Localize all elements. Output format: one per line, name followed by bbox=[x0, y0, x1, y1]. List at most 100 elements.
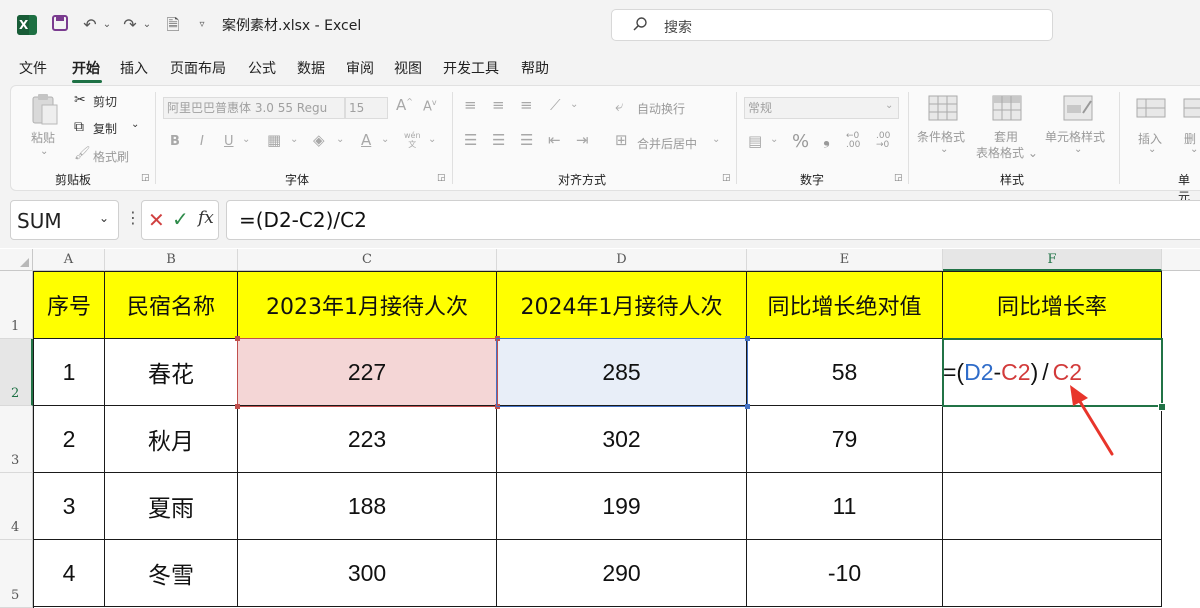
paste-button[interactable]: 粘贴 bbox=[31, 129, 55, 146]
column-header-c[interactable]: C bbox=[238, 249, 497, 271]
menu-view[interactable]: 视图 bbox=[394, 58, 422, 78]
row-header-2[interactable]: 2 bbox=[0, 339, 33, 406]
clipboard-launcher-icon[interactable]: ◲ bbox=[141, 173, 150, 183]
orientation-icon[interactable]: ⟋ bbox=[550, 96, 561, 114]
phonetic-dropdown-icon[interactable]: ⌄ bbox=[428, 134, 436, 145]
reference-handle[interactable] bbox=[235, 404, 240, 409]
decrease-decimal-icon[interactable]: .00 →0 bbox=[876, 132, 890, 150]
menu-formulas[interactable]: 公式 bbox=[248, 58, 276, 78]
table-cell[interactable]: 58 bbox=[747, 339, 943, 406]
table-cell[interactable]: 300 bbox=[238, 540, 497, 607]
conditional-format-button[interactable]: 条件格式 bbox=[917, 128, 965, 145]
copy-button[interactable]: 复制 bbox=[93, 120, 117, 137]
column-header-b[interactable]: B bbox=[105, 249, 238, 271]
header-cell[interactable]: 同比增长率 bbox=[943, 272, 1162, 339]
align-middle-icon[interactable]: ≡ bbox=[492, 96, 505, 114]
save-icon[interactable] bbox=[50, 14, 70, 36]
table-cell[interactable]: 188 bbox=[238, 473, 497, 540]
table-cell[interactable]: 春花 bbox=[105, 339, 238, 406]
fill-handle[interactable] bbox=[1158, 403, 1166, 411]
table-cell[interactable] bbox=[943, 406, 1162, 473]
format-as-table-line2[interactable]: 表格格式 ⌄ bbox=[976, 144, 1038, 161]
borders-dropdown-icon[interactable]: ⌄ bbox=[290, 134, 298, 145]
header-cell[interactable]: 同比增长绝对值 bbox=[747, 272, 943, 339]
menu-data[interactable]: 数据 bbox=[297, 58, 325, 78]
increase-decimal-icon[interactable]: ←0.00 bbox=[846, 132, 860, 150]
table-cell[interactable] bbox=[943, 540, 1162, 607]
table-cell[interactable]: 冬雪 bbox=[105, 540, 238, 607]
redo-dropdown-icon[interactable]: ⌄ bbox=[142, 14, 152, 36]
table-cell[interactable]: 11 bbox=[747, 473, 943, 540]
reference-handle[interactable] bbox=[745, 404, 750, 409]
align-right-icon[interactable]: ☰ bbox=[520, 131, 533, 149]
fill-color-icon[interactable]: ◈ bbox=[313, 131, 325, 149]
header-cell[interactable]: 2024年1月接待人次 bbox=[497, 272, 747, 339]
table-cell[interactable]: 3 bbox=[34, 473, 105, 540]
header-cell[interactable]: 民宿名称 bbox=[105, 272, 238, 339]
align-top-icon[interactable]: ≡ bbox=[464, 96, 477, 114]
column-header-g[interactable] bbox=[1162, 249, 1200, 271]
header-cell[interactable]: 序号 bbox=[34, 272, 105, 339]
merge-center-button[interactable]: 合并后居中 bbox=[637, 135, 697, 152]
underline-button[interactable]: U bbox=[224, 134, 234, 149]
table-cell[interactable]: -10 bbox=[747, 540, 943, 607]
align-bottom-icon[interactable]: ≡ bbox=[520, 96, 533, 114]
table-cell[interactable]: 199 bbox=[497, 473, 747, 540]
increase-indent-icon[interactable]: ⇥ bbox=[576, 131, 589, 149]
orientation-dropdown-icon[interactable]: ⌄ bbox=[570, 99, 578, 110]
select-all-corner[interactable] bbox=[0, 249, 33, 271]
row-header-5[interactable]: 5 bbox=[0, 540, 33, 608]
paste-icon[interactable] bbox=[30, 92, 60, 126]
table-cell[interactable]: 夏雨 bbox=[105, 473, 238, 540]
table-cell[interactable]: 2 bbox=[34, 406, 105, 473]
table-cell[interactable]: 223 bbox=[238, 406, 497, 473]
copy-dropdown-icon[interactable]: ⌄ bbox=[131, 119, 139, 130]
alignment-launcher-icon[interactable]: ◲ bbox=[722, 173, 731, 183]
search-box[interactable]: 搜索 bbox=[611, 9, 1053, 41]
header-cell[interactable]: 2023年1月接待人次 bbox=[238, 272, 497, 339]
menu-help[interactable]: 帮助 bbox=[521, 58, 549, 78]
reference-handle[interactable] bbox=[235, 336, 240, 341]
wrap-text-button[interactable]: 自动换行 bbox=[637, 100, 685, 117]
font-name-select[interactable]: 阿里巴巴普惠体 3.0 55 Regu bbox=[163, 97, 345, 119]
table-cell[interactable]: 79 bbox=[747, 406, 943, 473]
menu-home[interactable]: 开始 bbox=[72, 58, 100, 78]
decrease-font-icon[interactable]: Av bbox=[423, 98, 437, 114]
chevron-down-icon[interactable]: ⌄ bbox=[99, 211, 109, 225]
insert-function-button[interactable]: fx bbox=[198, 208, 214, 228]
formula-input[interactable]: =(D2-C2)/C2 bbox=[226, 200, 1200, 240]
menu-review[interactable]: 审阅 bbox=[346, 58, 374, 78]
table-cell[interactable]: 290 bbox=[497, 540, 747, 607]
paste-dropdown-icon[interactable]: ⌄ bbox=[40, 146, 48, 157]
menu-developer[interactable]: 开发工具 bbox=[443, 58, 499, 78]
format-as-table-line1[interactable]: 套用 bbox=[994, 128, 1018, 145]
number-format-dropdown-icon[interactable]: ⌄ bbox=[885, 100, 893, 111]
number-launcher-icon[interactable]: ◲ bbox=[894, 173, 903, 183]
redo-icon[interactable]: ↷ bbox=[120, 14, 140, 36]
accounting-icon[interactable]: ▤ bbox=[748, 132, 762, 150]
cell-styles-button[interactable]: 单元格样式 bbox=[1045, 128, 1105, 145]
italic-button[interactable]: I bbox=[200, 134, 204, 149]
row-header-4[interactable]: 4 bbox=[0, 473, 33, 540]
reference-handle[interactable] bbox=[745, 336, 750, 341]
cancel-icon[interactable]: ✕ bbox=[148, 208, 165, 232]
insert-cells-dropdown-icon[interactable]: ⌄ bbox=[1148, 144, 1156, 155]
table-cell[interactable]: 秋月 bbox=[105, 406, 238, 473]
table-cell[interactable] bbox=[943, 473, 1162, 540]
undo-icon[interactable]: ↶ bbox=[80, 14, 100, 36]
column-header-a[interactable]: A bbox=[33, 249, 105, 271]
font-launcher-icon[interactable]: ◲ bbox=[437, 173, 446, 183]
font-color-icon[interactable]: A bbox=[361, 131, 371, 149]
column-header-f[interactable]: F bbox=[943, 249, 1162, 271]
row-header-3[interactable]: 3 bbox=[0, 406, 33, 473]
underline-dropdown-icon[interactable]: ⌄ bbox=[242, 134, 250, 145]
table-cell[interactable]: 4 bbox=[34, 540, 105, 607]
merge-dropdown-icon[interactable]: ⌄ bbox=[712, 134, 720, 145]
row-header-1[interactable]: 1 bbox=[0, 271, 33, 339]
align-left-icon[interactable]: ☰ bbox=[464, 131, 477, 149]
menu-page-layout[interactable]: 页面布局 bbox=[170, 58, 226, 78]
conditional-format-dropdown-icon[interactable]: ⌄ bbox=[940, 144, 948, 155]
phonetic-icon[interactable]: wén 文 bbox=[404, 131, 421, 149]
table-cell[interactable]: 1 bbox=[34, 339, 105, 406]
enter-icon[interactable]: ✓ bbox=[172, 207, 189, 231]
